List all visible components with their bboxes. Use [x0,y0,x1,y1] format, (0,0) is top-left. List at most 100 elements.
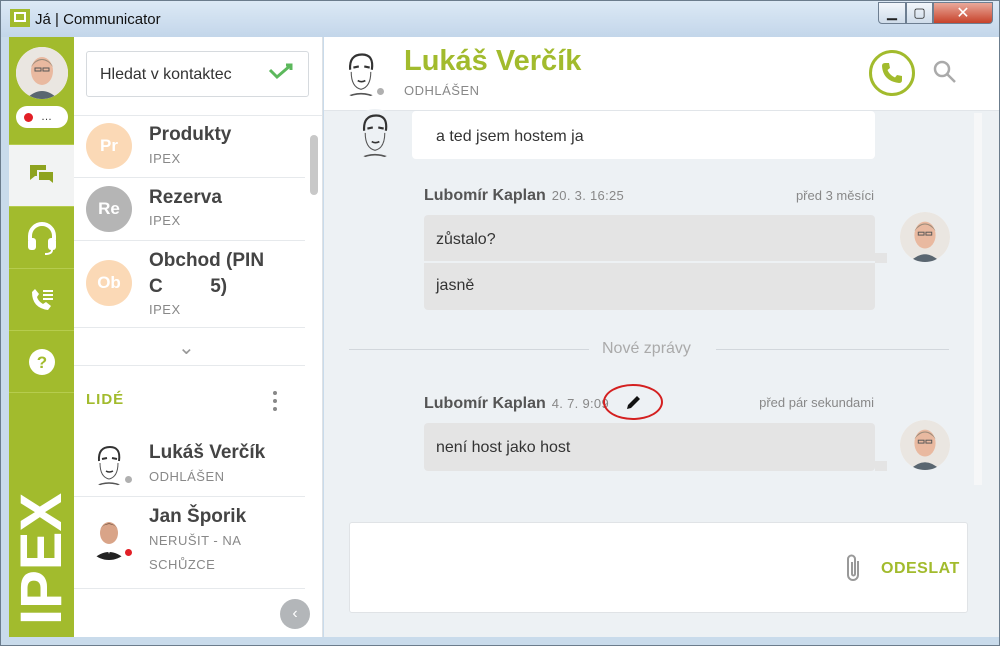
group-name: Produkty [149,124,232,145]
group-name-line2: C 5) [149,276,228,297]
nav-chat[interactable] [9,144,74,206]
message-age: před 3 měsíci [795,188,874,203]
person-item-lukas-vercik[interactable]: Lukáš Verčík ODHLÁŠEN [74,433,306,495]
paperclip-icon[interactable] [844,553,864,583]
author-name: Lubomír Kaplan [424,187,546,204]
divider [74,496,305,497]
people-section-label: LIDÉ [86,391,125,408]
author-name: Lubomír Kaplan [424,395,546,412]
presence-offline-icon [375,86,386,97]
sketch-face-icon [350,109,400,159]
group-name-line1: Obchod (PIN [149,250,265,271]
message-text: zůstalo? [436,231,496,248]
rail-divider [9,392,74,393]
message-age: před pár sekundami [759,395,874,410]
my-status-selector[interactable]: … [16,106,68,128]
chat-scrollbar[interactable] [974,113,982,485]
message-composer[interactable]: ODESLAT [349,522,968,613]
help-glyph: ? [36,353,46,372]
new-messages-separator: Nové zprávy [602,340,691,357]
separator-line [349,349,589,350]
app-window: Já | Communicator ▁ ▢ ✕ … ? IPEX Hledat … [0,0,1000,646]
group-name: Rezerva [149,187,222,208]
message-author: Lubomír Kaplan 4. 7. 9:09 [424,395,609,413]
my-avatar-small [900,420,950,470]
phone-icon [882,63,902,83]
user-photo-icon [900,420,950,470]
check-filter-icon[interactable] [268,62,294,82]
minimize-button[interactable]: ▁ [878,2,906,24]
group-avatar: Re [86,186,132,232]
group-item-obchod[interactable]: Ob Obchod (PIN C 5) IPEX [74,242,306,326]
call-button[interactable] [869,50,915,96]
chat-panel: Lukáš Verčík ODHLÁŠEN a ted jsem hostem … [324,37,999,637]
people-menu-kebab-icon[interactable] [273,391,279,415]
nav-call-log[interactable] [9,268,74,330]
nav-help[interactable]: ? [9,330,74,392]
chat-header: Lukáš Verčík ODHLÁŠEN [324,37,999,111]
window-title: Já | Communicator [35,11,161,28]
chat-contact-name: Lukáš Verčík [404,45,582,77]
message-bubble: a ted jsem hostem ja [412,111,875,159]
expand-groups-chevron-icon[interactable]: ⌄ [178,335,195,360]
presence-offline-icon [123,474,134,485]
contacts-scrollbar[interactable] [310,135,318,195]
group-item-produkty[interactable]: Pr Produkty IPEX [74,117,306,177]
presence-busy-icon [123,547,134,558]
message-bubble: zůstalo? jasně [424,215,875,310]
message-bubble: není host jako host [424,423,875,471]
call-log-icon [31,288,53,310]
message-author: Lubomír Kaplan 20. 3. 16:25 [424,187,624,205]
collapse-panel-button[interactable]: ‹ [280,599,310,629]
help-icon: ? [28,348,55,375]
person-item-jan-sporik[interactable]: Jan Šporik NERUŠIT - NA SCHŮZCE [74,498,306,576]
group-avatar: Ob [86,260,132,306]
divider [74,365,305,366]
person-status-line2: SCHŮZCE [149,557,216,572]
close-button[interactable]: ✕ [933,2,993,24]
contact-search-input[interactable]: Hledat v kontaktec [86,51,309,97]
group-sub: IPEX [149,302,181,317]
app-logo-icon [10,9,30,27]
headset-icon [27,221,56,255]
person-name: Jan Šporik [149,506,247,527]
user-photo-icon [16,47,68,99]
ipex-logo: IPEX [17,493,67,625]
chat-contact-status: ODHLÁŠEN [404,83,480,98]
title-bar: Já | Communicator ▁ ▢ ✕ [1,1,999,37]
user-photo-icon [900,212,950,262]
divider [74,177,305,178]
message-text: a ted jsem hostem ja [436,128,584,145]
message-text: jasně [436,277,475,294]
chat-icon [29,164,55,187]
group-sub: IPEX [149,213,181,228]
divider [74,240,305,241]
sender-avatar [350,109,400,159]
group-item-rezerva[interactable]: Re Rezerva IPEX [74,179,306,239]
nav-headset[interactable] [9,206,74,268]
bubble-tail [875,253,887,263]
group-avatar: Pr [86,123,132,169]
my-avatar[interactable] [16,47,68,99]
status-dot-icon [24,112,33,122]
message-date: 20. 3. 16:25 [551,188,625,203]
message-date: 4. 7. 9:09 [551,396,609,411]
bubble-tail [875,461,887,471]
separator-line [716,349,949,350]
person-status-line1: NERUŠIT - NA [149,533,242,548]
divider [74,327,305,328]
group-sub: IPEX [149,151,181,166]
person-status: ODHLÁŠEN [149,469,225,484]
my-avatar-small [900,212,950,262]
send-button[interactable]: ODESLAT [881,560,960,578]
divider [74,115,322,116]
message-text: není host jako host [436,439,571,456]
ipex-logo-text: IPEX [17,493,67,625]
search-placeholder: Hledat v kontaktec [100,66,232,83]
navigation-rail: … ? IPEX [9,37,74,637]
annotation-circle [603,384,663,420]
maximize-button[interactable]: ▢ [906,2,933,24]
search-icon[interactable] [932,59,958,85]
divider [74,588,305,589]
person-name: Lukáš Verčík [149,442,266,463]
